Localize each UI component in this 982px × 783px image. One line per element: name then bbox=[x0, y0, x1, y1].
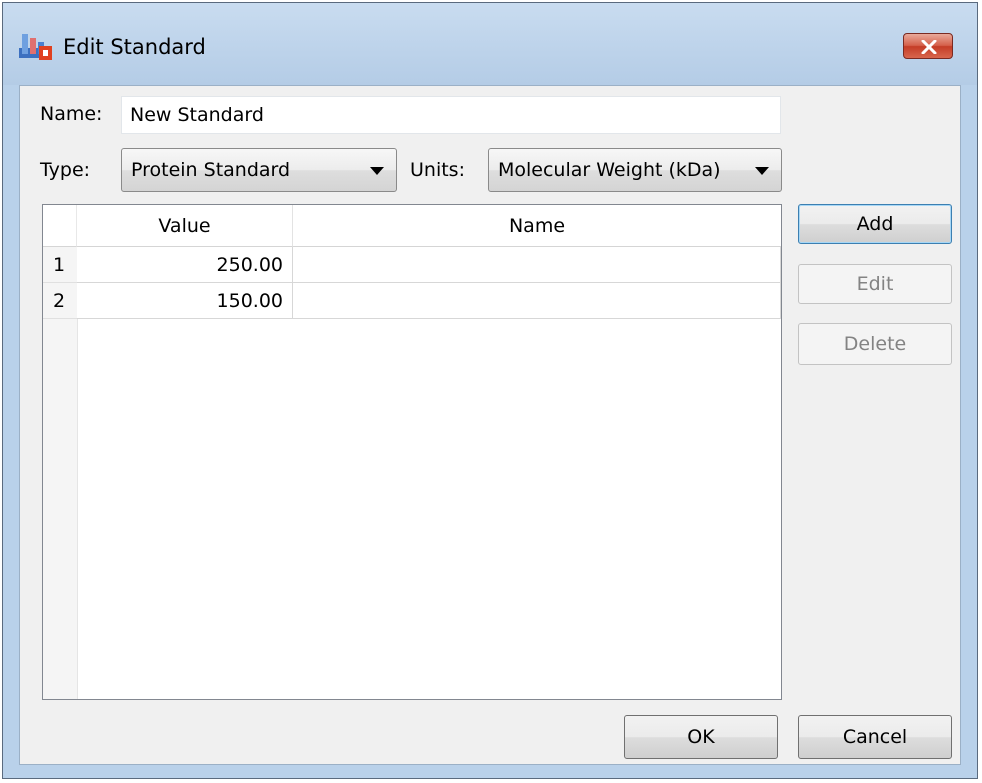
name-field[interactable] bbox=[121, 96, 781, 134]
close-icon bbox=[921, 40, 937, 54]
column-header-value[interactable]: Value bbox=[77, 205, 293, 247]
units-dropdown-value: Molecular Weight (kDa) bbox=[498, 159, 721, 181]
type-dropdown[interactable]: Protein Standard bbox=[121, 148, 397, 192]
table-row[interactable]: 1 250.00 bbox=[43, 247, 781, 283]
name-label: Name: bbox=[40, 103, 103, 125]
delete-button[interactable]: Delete bbox=[798, 323, 952, 365]
units-dropdown[interactable]: Molecular Weight (kDa) bbox=[488, 148, 782, 192]
value-cell[interactable]: 150.00 bbox=[77, 283, 293, 319]
value-cell[interactable]: 250.00 bbox=[77, 247, 293, 283]
edit-standard-dialog: Edit Standard Name: Type: Protein Standa… bbox=[2, 2, 978, 779]
edit-button[interactable]: Edit bbox=[798, 264, 952, 304]
add-button[interactable]: Add bbox=[798, 204, 952, 244]
units-label: Units: bbox=[410, 159, 465, 181]
close-button[interactable] bbox=[903, 33, 953, 59]
cancel-button[interactable]: Cancel bbox=[798, 715, 952, 759]
standard-editor-icon bbox=[19, 31, 53, 61]
row-number[interactable]: 2 bbox=[43, 283, 77, 319]
type-label: Type: bbox=[40, 159, 91, 181]
chevron-down-icon bbox=[755, 167, 769, 175]
table-row[interactable]: 2 150.00 bbox=[43, 283, 781, 319]
chevron-down-icon bbox=[370, 167, 384, 175]
row-number[interactable]: 1 bbox=[43, 247, 77, 283]
title-bar[interactable]: Edit Standard bbox=[3, 3, 977, 85]
column-header-name[interactable]: Name bbox=[293, 205, 781, 247]
name-cell[interactable] bbox=[293, 247, 781, 283]
ok-button[interactable]: OK bbox=[624, 715, 778, 759]
corner-header bbox=[43, 205, 77, 247]
window-title: Edit Standard bbox=[63, 35, 206, 59]
name-cell[interactable] bbox=[293, 283, 781, 319]
standards-table[interactable]: Value Name 1 250.00 2 150.00 bbox=[42, 204, 782, 700]
type-dropdown-value: Protein Standard bbox=[131, 159, 291, 181]
dialog-body: Name: Type: Protein Standard Units: Mole… bbox=[19, 85, 961, 765]
